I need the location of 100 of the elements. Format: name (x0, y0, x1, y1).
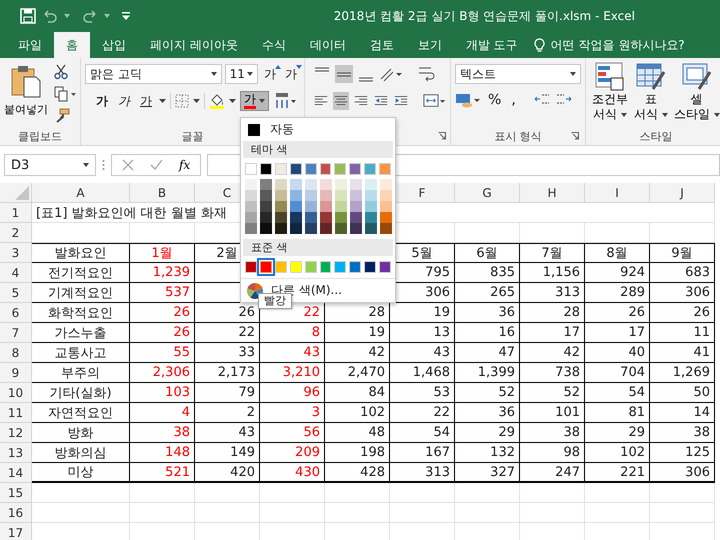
insert-function-button[interactable]: fx (179, 158, 190, 172)
color-swatch[interactable] (275, 190, 287, 201)
menu-item[interactable]: 자동 (241, 120, 395, 139)
phonetic-guide-icon[interactable] (273, 92, 297, 110)
color-swatch[interactable] (290, 223, 302, 234)
color-swatch[interactable] (260, 163, 272, 175)
row-header[interactable]: 4 (0, 263, 32, 283)
color-swatch[interactable] (260, 190, 272, 201)
color-swatch[interactable] (290, 201, 302, 212)
color-swatch[interactable] (335, 223, 347, 234)
color-swatch[interactable] (245, 261, 257, 273)
ribbon-tab[interactable]: 데이터 (298, 32, 358, 58)
name-box[interactable]: D3 (4, 154, 96, 176)
style-button[interactable]: 셀 스타일 (672, 62, 720, 122)
color-swatch[interactable] (380, 223, 392, 234)
color-swatch[interactable] (275, 212, 287, 223)
row-header[interactable]: 3 (0, 243, 32, 263)
color-swatch[interactable] (320, 179, 332, 190)
color-swatch[interactable] (245, 179, 257, 190)
color-swatch[interactable] (350, 212, 362, 223)
select-all-icon[interactable] (15, 186, 29, 200)
italic-button[interactable]: 가 (115, 92, 133, 110)
column-header[interactable]: A (32, 183, 130, 203)
caret-icon[interactable] (193, 99, 200, 103)
color-swatch[interactable] (320, 223, 332, 234)
comma-button[interactable]: , (508, 91, 519, 109)
row-header[interactable]: 14 (0, 463, 32, 483)
column-header[interactable]: I (585, 183, 650, 203)
font-color-button[interactable]: 가 (240, 91, 269, 111)
caret-icon[interactable] (159, 99, 166, 103)
color-swatch[interactable] (349, 261, 362, 273)
color-swatch[interactable] (379, 261, 392, 273)
color-swatch[interactable] (364, 163, 376, 175)
fill-color-icon[interactable] (209, 93, 225, 109)
font-name-dropdown[interactable]: 맑은 고딕 (85, 64, 222, 84)
tell-me-input[interactable]: 어떤 작업을 원하시나요? (548, 37, 703, 53)
copy-icon[interactable] (54, 86, 76, 102)
ribbon-tab[interactable]: 파일 (6, 32, 54, 58)
increase-font-button[interactable]: 가 (261, 64, 279, 84)
cancel-icon[interactable] (122, 159, 134, 171)
color-swatch[interactable] (274, 261, 287, 273)
color-swatch[interactable] (320, 201, 332, 212)
wrap-text-icon[interactable] (417, 65, 435, 83)
currency-icon[interactable] (455, 91, 481, 109)
color-swatch[interactable] (365, 201, 377, 212)
color-swatch[interactable] (245, 212, 257, 223)
align-center-icon[interactable] (332, 92, 349, 110)
color-swatch[interactable] (350, 223, 362, 234)
caret-icon[interactable] (229, 99, 236, 103)
color-swatch[interactable] (260, 179, 272, 190)
row-header[interactable]: 1 (0, 203, 32, 223)
column-header[interactable]: H (520, 183, 585, 203)
row-header[interactable]: 12 (0, 423, 32, 443)
color-swatch[interactable] (334, 163, 346, 175)
format-painter-icon[interactable] (54, 108, 70, 124)
ribbon-tab[interactable]: 페이지 레이아웃 (138, 32, 250, 58)
row-header[interactable]: 10 (0, 383, 32, 403)
color-swatch[interactable] (305, 212, 317, 223)
undo-icon[interactable] (42, 9, 58, 23)
color-swatch[interactable] (365, 212, 377, 223)
color-swatch[interactable] (245, 201, 257, 212)
color-swatch[interactable] (260, 201, 272, 212)
merge-cells-icon[interactable] (422, 92, 446, 110)
row-header[interactable]: 6 (0, 303, 32, 323)
style-button[interactable]: 표 서식 (632, 62, 670, 122)
color-swatch[interactable] (350, 190, 362, 201)
color-swatch[interactable] (335, 201, 347, 212)
dialog-launcher-icon[interactable] (438, 132, 446, 140)
color-swatch[interactable] (349, 163, 362, 175)
row-header[interactable]: 15 (0, 483, 32, 503)
column-header[interactable]: G (455, 183, 520, 203)
color-swatch[interactable] (304, 163, 317, 175)
paste-button[interactable]: 붙여넣기 (4, 62, 48, 124)
column-header[interactable]: B (130, 183, 195, 203)
color-swatch[interactable] (260, 212, 272, 223)
color-swatch[interactable] (305, 201, 317, 212)
save-icon[interactable] (20, 8, 36, 24)
row-header[interactable]: 5 (0, 283, 32, 303)
color-swatch[interactable] (290, 212, 302, 223)
color-swatch[interactable] (274, 163, 287, 175)
color-swatch[interactable] (260, 261, 272, 273)
column-header[interactable]: J (650, 183, 715, 203)
middle-align-icon[interactable] (335, 65, 353, 83)
color-swatch[interactable] (320, 212, 332, 223)
dialog-launcher-icon[interactable] (571, 132, 579, 140)
row-header[interactable]: 13 (0, 443, 32, 463)
check-icon[interactable] (150, 159, 163, 171)
color-swatch[interactable] (290, 163, 302, 175)
ribbon-tab[interactable]: 보기 (406, 32, 454, 58)
color-swatch[interactable] (380, 179, 392, 190)
color-swatch[interactable] (290, 261, 302, 273)
color-swatch[interactable] (320, 163, 332, 175)
ribbon-tab[interactable]: 개발 도구 (454, 32, 530, 58)
color-swatch[interactable] (380, 212, 392, 223)
row-header[interactable]: 8 (0, 343, 32, 363)
color-swatch[interactable] (379, 163, 392, 175)
color-swatch[interactable] (380, 201, 392, 212)
row-header[interactable]: 17 (0, 523, 32, 540)
color-swatch[interactable] (365, 190, 377, 201)
row-header[interactable]: 16 (0, 503, 32, 523)
